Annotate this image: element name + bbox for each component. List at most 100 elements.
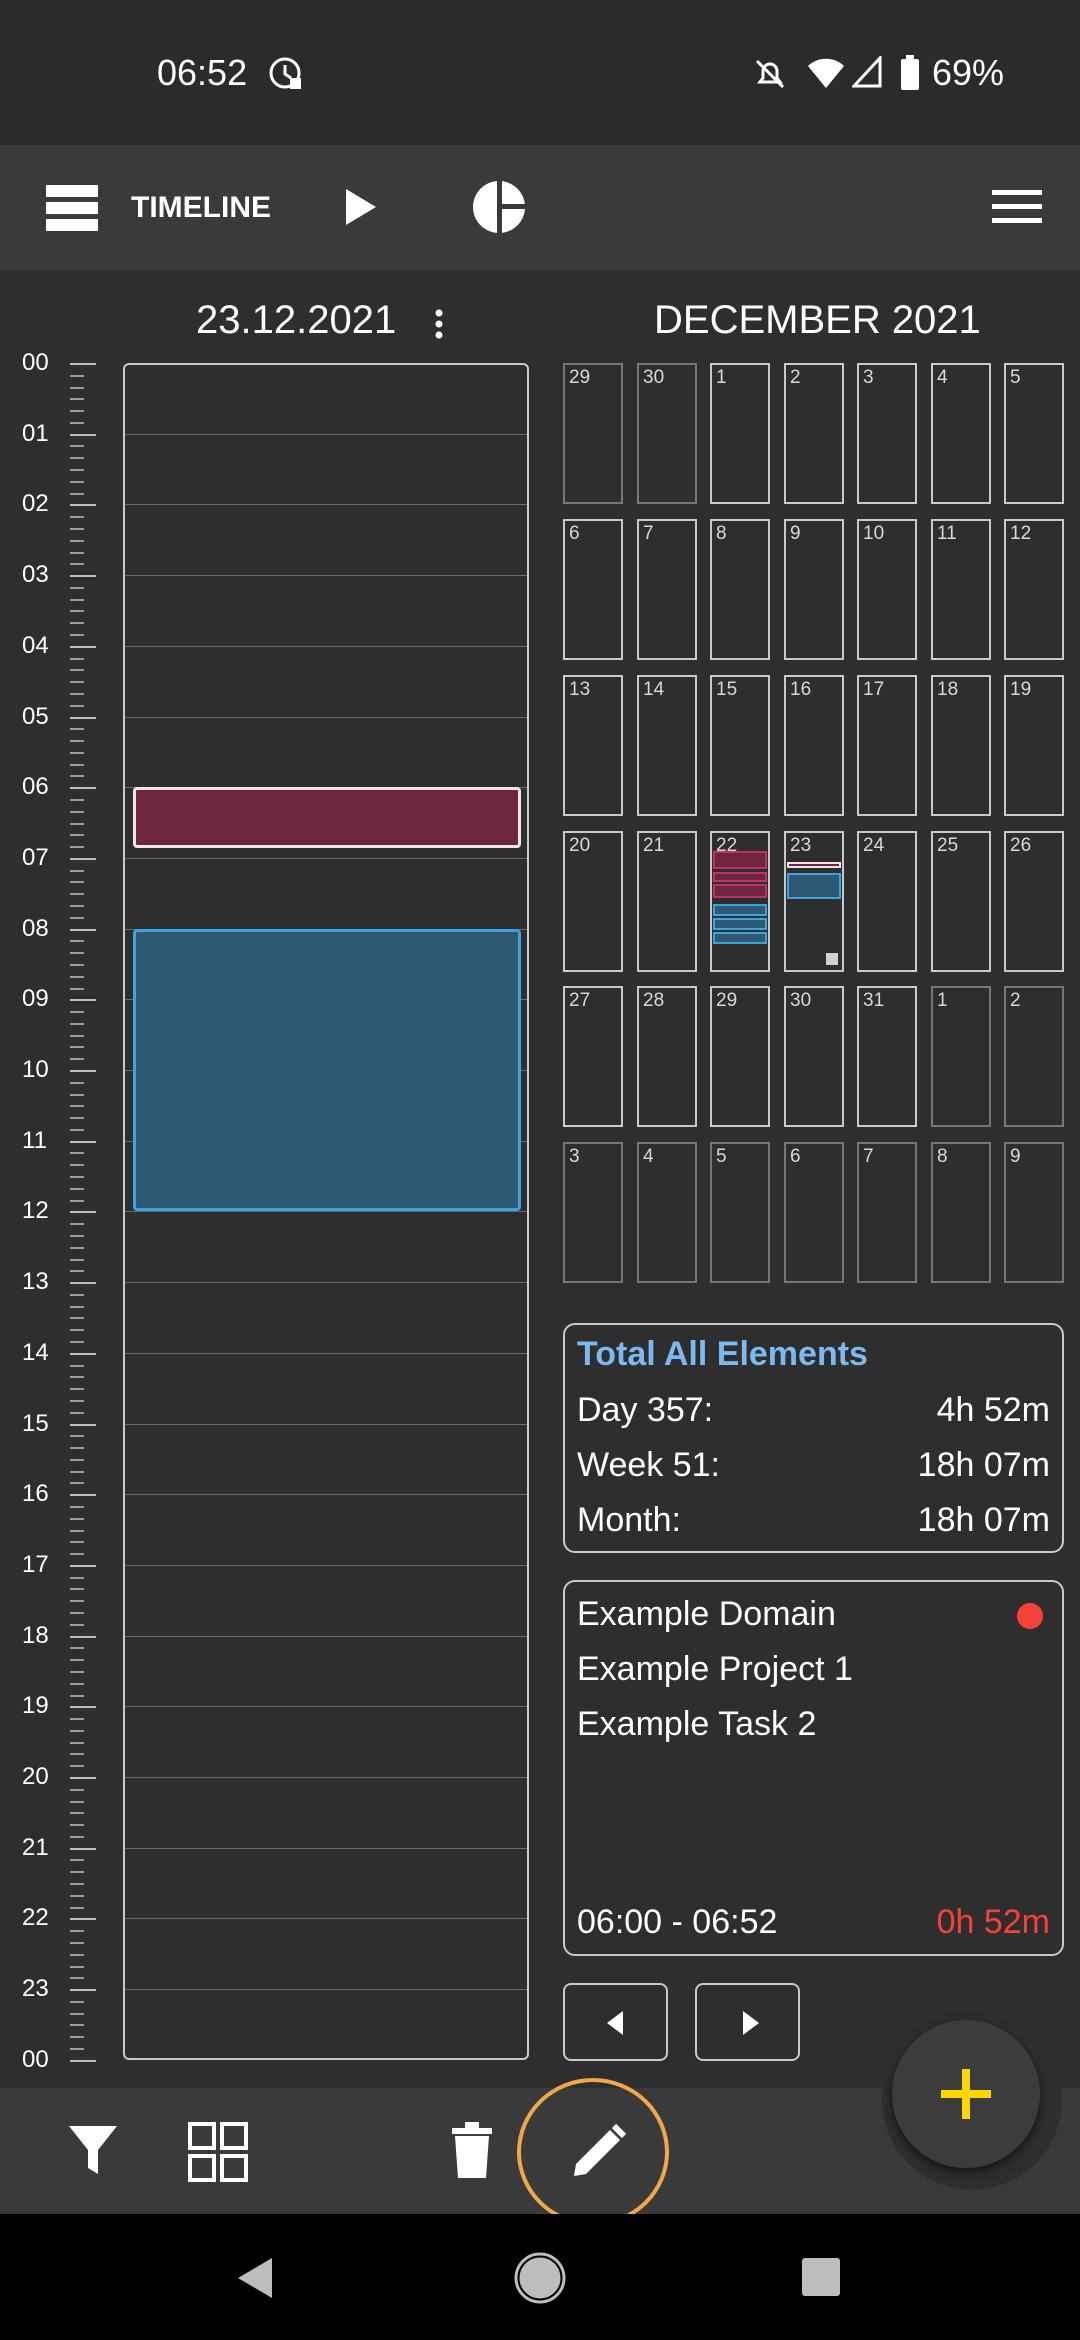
calendar-day[interactable]: 30 (784, 986, 844, 1127)
hour-gridline (125, 1635, 527, 1637)
more-vert-icon[interactable] (432, 308, 446, 345)
calendar-day[interactable]: 29 (710, 986, 770, 1127)
calendar-day[interactable]: 14 (637, 675, 697, 816)
calendar-day[interactable]: 20 (563, 831, 623, 972)
calendar-day[interactable]: 3 (857, 363, 917, 504)
calendar-day[interactable]: 18 (931, 675, 991, 816)
calendar-day[interactable]: 8 (710, 519, 770, 660)
minute-tick (70, 657, 84, 660)
calendar-day-number: 8 (716, 523, 727, 544)
status-time: 06:52 (157, 52, 248, 93)
calendar-day[interactable]: 30 (637, 363, 697, 504)
calendar-day[interactable]: 28 (637, 986, 697, 1127)
calendar-day[interactable]: 4 (931, 363, 991, 504)
add-button[interactable] (892, 2020, 1040, 2168)
minute-tick (70, 1388, 84, 1391)
grid-icon[interactable] (188, 2122, 248, 2187)
calendar-day[interactable]: 17 (857, 675, 917, 816)
filter-icon[interactable] (68, 2124, 118, 2181)
calendar-day-number: 16 (790, 679, 812, 700)
calendar-day[interactable]: 5 (1004, 363, 1064, 504)
minute-tick (70, 1788, 84, 1791)
calendar-day[interactable]: 1 (931, 986, 991, 1127)
calendar-day[interactable]: 29 (563, 363, 623, 504)
prev-button[interactable] (563, 1983, 668, 2061)
calendar-day[interactable]: 4 (637, 1142, 697, 1283)
calendar-day[interactable]: 9 (784, 519, 844, 660)
timeline-event[interactable] (133, 928, 521, 1212)
minute-tick (70, 1753, 84, 1756)
minute-tick (70, 1128, 84, 1131)
calendar-day[interactable]: 15 (710, 675, 770, 816)
calendar-day-number: 12 (1010, 523, 1032, 544)
calendar-day[interactable]: 16 (784, 675, 844, 816)
hour-tick (70, 1777, 96, 1779)
calendar-day-number: 15 (716, 679, 738, 700)
minute-tick (70, 634, 84, 637)
calendar-day[interactable]: 6 (563, 519, 623, 660)
trash-icon[interactable] (452, 2122, 492, 2183)
minute-tick (70, 1894, 84, 1897)
calendar-day-number: 14 (643, 679, 665, 700)
pie-chart-icon[interactable] (472, 180, 526, 239)
hour-tick (70, 1140, 96, 1143)
minute-tick (70, 1682, 84, 1685)
calendar-event-mark (713, 904, 767, 916)
home-icon[interactable] (514, 2252, 566, 2309)
timeline-event[interactable] (133, 787, 521, 849)
calendar-day[interactable]: 24 (857, 831, 917, 972)
calendar-day[interactable]: 26 (1004, 831, 1064, 972)
current-element-panel[interactable]: Example Domain Example Project 1 Example… (563, 1580, 1064, 1956)
calendar-day-number: 13 (569, 679, 591, 700)
calendar-day-number: 18 (937, 679, 959, 700)
calendar-day[interactable]: 8 (931, 1142, 991, 1283)
calendar-day[interactable]: 7 (637, 519, 697, 660)
calendar-day[interactable]: 27 (563, 986, 623, 1127)
calendar-day[interactable]: 12 (1004, 519, 1064, 660)
calendar-day[interactable]: 6 (784, 1142, 844, 1283)
calendar-day-number: 1 (937, 990, 948, 1011)
calendar-day[interactable]: 9 (1004, 1142, 1064, 1283)
toolbar-title[interactable]: TIMELINE (131, 191, 271, 225)
calendar-day[interactable]: 23 (784, 831, 844, 972)
hour-gridline (125, 1282, 527, 1284)
calendar-day[interactable]: 21 (637, 831, 697, 972)
calendar-day[interactable]: 1 (710, 363, 770, 504)
calendar-day[interactable]: 11 (931, 519, 991, 660)
hour-gridline (125, 433, 527, 435)
menu-icon[interactable] (992, 187, 1042, 232)
calendar-day[interactable]: 7 (857, 1142, 917, 1283)
totals-month-value: 18h 07m (917, 1501, 1050, 1539)
minute-tick (70, 1022, 84, 1025)
calendar-day-number: 11 (937, 523, 957, 544)
minute-tick (70, 881, 84, 884)
minute-tick (70, 1105, 84, 1108)
layers-icon[interactable] (46, 183, 98, 238)
hour-tick (70, 1989, 96, 1992)
calendar-day[interactable]: 2 (784, 363, 844, 504)
next-button[interactable] (695, 1983, 800, 2061)
recents-icon[interactable] (802, 2258, 840, 2301)
hour-label: 00 (22, 349, 49, 376)
hour-label: 04 (22, 631, 49, 659)
calendar-day[interactable]: 19 (1004, 675, 1064, 816)
minute-tick (70, 1541, 84, 1544)
day-date[interactable]: 23.12.2021 (196, 298, 396, 343)
month-title: DECEMBER 2021 (654, 298, 981, 342)
calendar-day-number: 29 (569, 367, 591, 388)
calendar-day[interactable]: 5 (710, 1142, 770, 1283)
back-icon[interactable] (236, 2256, 274, 2305)
minute-tick (70, 1376, 84, 1379)
calendar-day[interactable]: 3 (563, 1142, 623, 1283)
minute-tick (70, 1364, 84, 1367)
calendar-day[interactable]: 10 (857, 519, 917, 660)
calendar-day[interactable]: 13 (563, 675, 623, 816)
calendar-day[interactable]: 25 (931, 831, 991, 972)
calendar-day[interactable]: 2 (1004, 986, 1064, 1127)
hour-tick (70, 1564, 96, 1567)
totals-week-label: Week 51: (577, 1446, 721, 1484)
calendar-day[interactable]: 31 (857, 986, 917, 1127)
minute-tick (70, 1187, 84, 1190)
pencil-icon[interactable] (570, 2123, 627, 2185)
play-icon[interactable] (344, 187, 378, 232)
